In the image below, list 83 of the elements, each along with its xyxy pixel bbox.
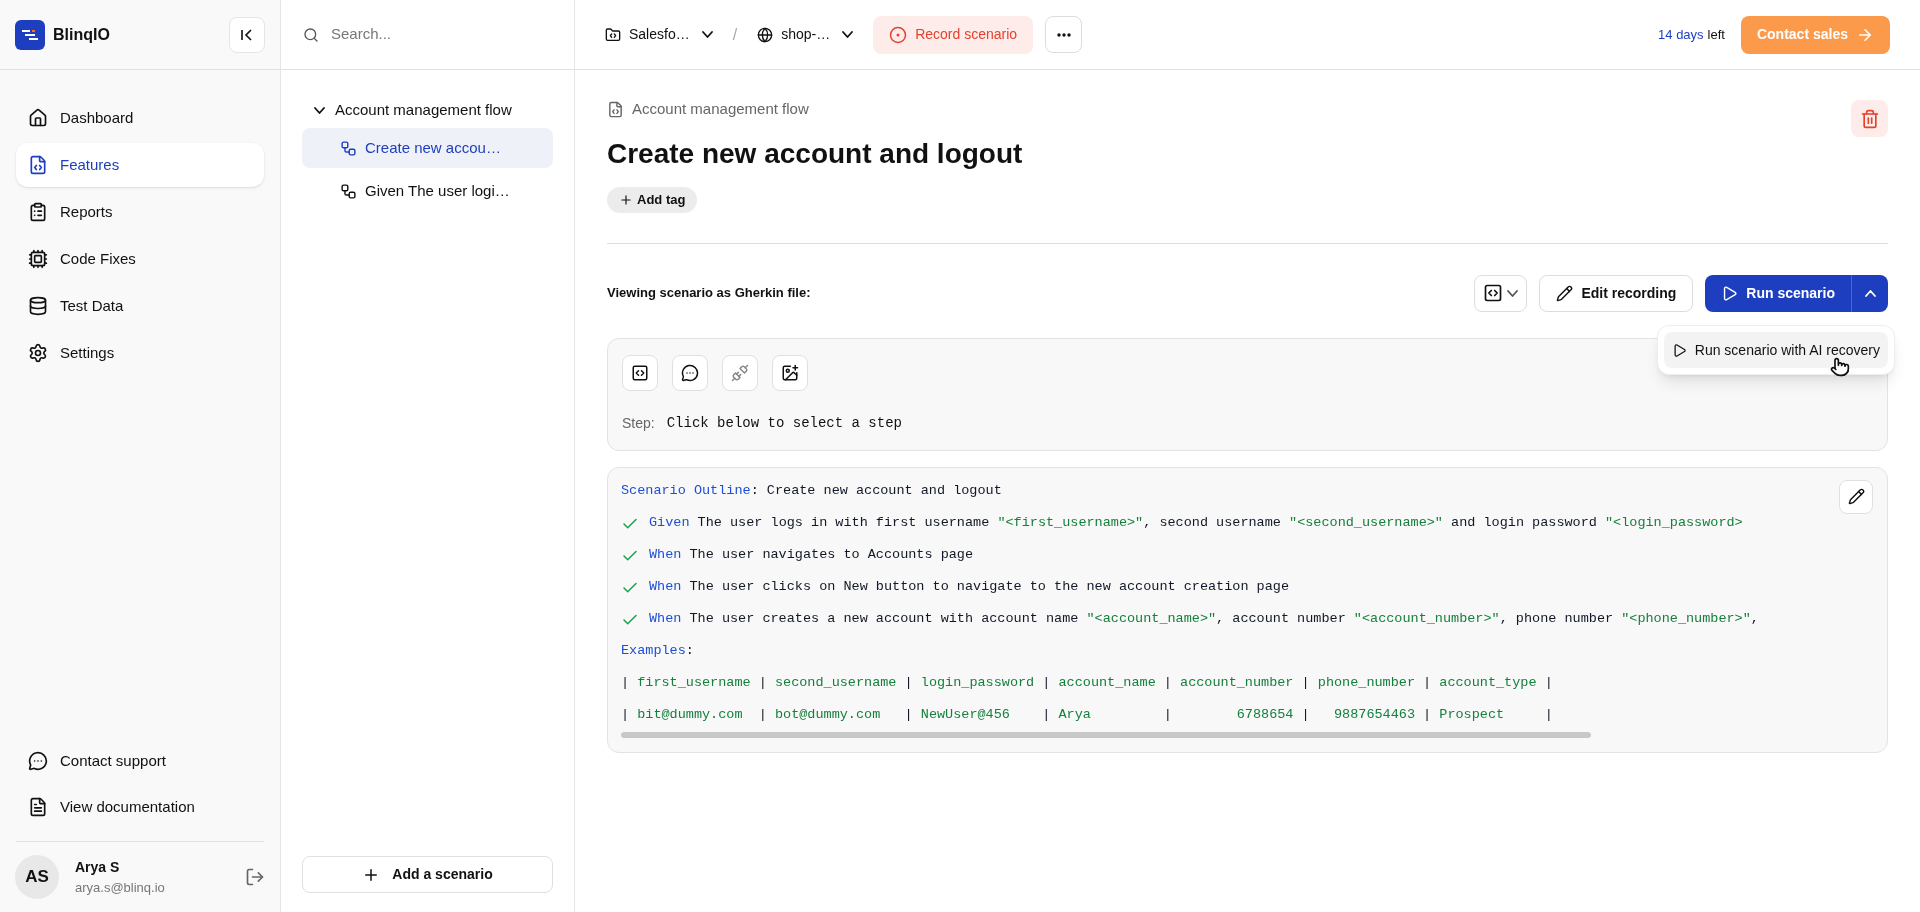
- chat-icon: [681, 363, 699, 382]
- trial-days: 14 days: [1658, 24, 1704, 45]
- code-line: When The user clicks on New button to navigate to the new account creation page: [649, 578, 1289, 597]
- step-value: Click below to select a step: [666, 413, 902, 433]
- collapse-icon: [239, 26, 255, 43]
- tree-group[interactable]: Account management flow: [302, 95, 553, 125]
- scenario-item[interactable]: Given The user logi…: [302, 171, 553, 211]
- workflow-icon: [340, 182, 357, 200]
- chevron-down-icon: [842, 31, 854, 38]
- trash-icon: [1859, 108, 1880, 129]
- run-options-toggle[interactable]: [1851, 274, 1888, 312]
- footer-link[interactable]: View documentation: [16, 785, 264, 829]
- run-scenario-button[interactable]: Run scenario: [1705, 274, 1851, 312]
- add-scenario-button[interactable]: Add a scenario: [302, 856, 553, 893]
- user-name: Arya S: [75, 857, 121, 877]
- logout-icon[interactable]: [245, 867, 265, 887]
- pencil-icon: [1847, 488, 1865, 505]
- document-icon: [28, 797, 48, 817]
- search-icon: [303, 26, 319, 43]
- record-icon: [889, 25, 908, 44]
- nav-item[interactable]: Test Data: [16, 284, 264, 328]
- nav-item[interactable]: Dashboard: [16, 96, 264, 140]
- step-tool-button[interactable]: [772, 354, 808, 391]
- play-icon: [1671, 342, 1687, 358]
- chevron-down-icon: [313, 106, 325, 114]
- view-caption: Viewing scenario as Gherkin file:: [607, 284, 811, 303]
- record-scenario-button[interactable]: Record scenario: [873, 15, 1034, 54]
- database-icon: [28, 296, 48, 316]
- plug-icon: [731, 363, 749, 382]
- code-line: | bit@dummy.com | bot@dummy.com | NewUser@456 | Arya | 6788654 | 9887654463 | Prospect |: [621, 706, 1553, 725]
- parent-feature: Account management flow: [632, 99, 809, 119]
- collapse-sidebar-button[interactable]: [229, 16, 265, 53]
- step-tool-button[interactable]: [672, 354, 708, 391]
- code-folder-icon: [605, 26, 621, 43]
- code-file-icon: [28, 155, 48, 175]
- scrollbar-thumb[interactable]: [621, 731, 1591, 738]
- footer-link[interactable]: Contact support: [16, 739, 264, 783]
- more-icon: [1056, 32, 1071, 37]
- workflow-icon: [340, 139, 357, 157]
- image-add-icon: [781, 363, 799, 382]
- logo-icon: [15, 19, 45, 50]
- chevron-down-icon: [1507, 289, 1519, 297]
- list-icon: [28, 202, 48, 222]
- globe-icon: [757, 26, 774, 43]
- edit-recording-button[interactable]: Edit recording: [1539, 274, 1694, 312]
- code-line: Given The user logs in with first username "<first_username>", second username "<second_username>" and login password "<login_password>: [649, 514, 1743, 533]
- brand-name: BlinqIO: [53, 24, 110, 45]
- plus-icon: [619, 192, 633, 207]
- code-line: Examples:: [621, 642, 694, 661]
- ai-code-dropdown[interactable]: [1474, 274, 1528, 312]
- chat-icon: [28, 751, 48, 771]
- code-line: | first_username | second_username | login_password | account_name | account_number | phone_number | account_type |: [621, 674, 1553, 693]
- nav-item[interactable]: Reports: [16, 190, 264, 234]
- pencil-icon: [1556, 284, 1574, 302]
- trial-suffix: left: [1707, 25, 1725, 44]
- search-field[interactable]: Search...: [331, 23, 552, 46]
- code-line: When The user creates a new account with account name "<account_name>", account number "<account_number>", phone number "<phone_number>",: [649, 610, 1759, 629]
- breadcrumb-dropdown[interactable]: shop-…: [757, 24, 854, 45]
- chevron-up-icon: [1864, 289, 1876, 297]
- code-line: Scenario Outline: Create new account and logout: [621, 482, 1002, 501]
- breadcrumb-separator: /: [731, 24, 739, 45]
- chip-icon: [28, 249, 48, 269]
- more-button[interactable]: [1045, 16, 1083, 53]
- nav-item[interactable]: Features: [16, 143, 264, 187]
- user-email: arya.s@blinq.io: [75, 878, 166, 897]
- code-line: When The user navigates to Accounts page: [649, 546, 974, 565]
- house-icon: [28, 108, 48, 128]
- play-icon: [1721, 284, 1739, 302]
- user-avatar: AS: [15, 855, 59, 899]
- add-tag-button[interactable]: Add tag: [607, 186, 698, 213]
- scenario-item[interactable]: Create new accou…: [302, 128, 553, 168]
- step-tool-button[interactable]: [622, 354, 658, 391]
- step-label: Step:: [622, 413, 655, 433]
- edit-code-button[interactable]: [1839, 479, 1873, 514]
- nav-item[interactable]: Code Fixes: [16, 237, 264, 281]
- code-file-icon: [607, 100, 624, 118]
- chevron-down-icon: [701, 31, 713, 38]
- menu-item[interactable]: Run scenario with AI recovery: [1663, 332, 1888, 368]
- breadcrumb-dropdown[interactable]: Salesfo…: [605, 24, 713, 45]
- nav-item[interactable]: Settings: [16, 331, 264, 375]
- settings-icon: [28, 343, 48, 363]
- delete-button[interactable]: [1851, 100, 1888, 137]
- scenario-title: Create new account and logout: [607, 136, 1023, 171]
